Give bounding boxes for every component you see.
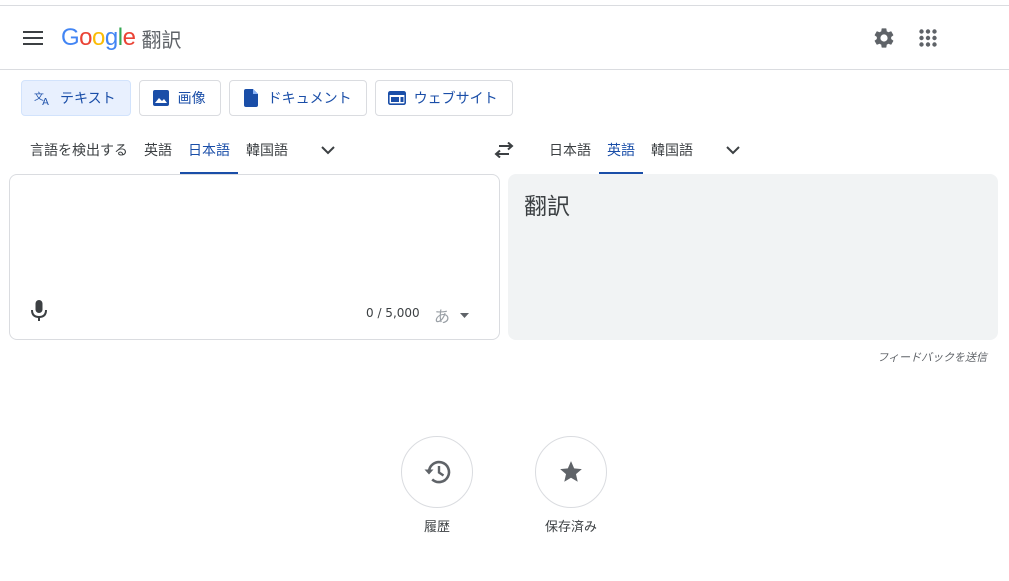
website-icon — [387, 89, 406, 107]
saved-button[interactable] — [535, 436, 607, 508]
source-text-input[interactable] — [24, 187, 484, 287]
star-icon — [560, 461, 582, 482]
input-tools-button[interactable]: あ — [434, 303, 486, 327]
logo-letter: o — [92, 24, 105, 51]
source-lang-detect[interactable]: 言語を検出する — [22, 126, 136, 174]
svg-text:A: A — [42, 97, 49, 107]
target-lang-english[interactable]: 英語 — [599, 126, 643, 174]
swap-languages-button[interactable] — [488, 134, 520, 166]
google-logo-text: Google — [61, 24, 136, 52]
target-lang-japanese[interactable]: 日本語 — [541, 126, 599, 174]
settings-button[interactable] — [868, 22, 900, 54]
tab-website-label: ウェブサイト — [413, 91, 498, 107]
history-icon — [424, 460, 451, 484]
target-language-more-button[interactable] — [713, 126, 753, 174]
swap-arrows-icon — [494, 142, 514, 158]
logo-letter: e — [122, 24, 136, 51]
microphone-icon — [31, 300, 47, 321]
hamburger-menu-icon — [23, 31, 43, 45]
chevron-down-icon — [321, 145, 335, 154]
voice-input-button[interactable] — [26, 297, 52, 325]
logo-letter: g — [104, 24, 118, 51]
translation-output-panel: 翻訳 — [508, 174, 998, 340]
app-header: Google 翻訳 — [0, 6, 1009, 70]
logo-letter: o — [79, 24, 93, 51]
source-language-bar: 言語を検出する 英語 日本語 韓国語 — [22, 126, 348, 174]
mode-tabs: 文 A テキスト 画像 ドキュメント ウェブサイト — [21, 80, 513, 116]
saved-label: 保存済み — [544, 520, 597, 535]
tab-document[interactable]: ドキュメント — [228, 80, 367, 116]
history-label: 履歴 — [423, 520, 450, 535]
translation-placeholder: 翻訳 — [524, 194, 570, 220]
google-translate-logo[interactable]: Google 翻訳 — [61, 23, 181, 53]
input-method-label: あ — [434, 307, 451, 326]
tab-text[interactable]: 文 A テキスト — [21, 80, 131, 116]
image-icon — [152, 89, 170, 107]
caret-down-icon — [460, 312, 470, 318]
tab-image-label: 画像 — [177, 91, 206, 107]
tab-image[interactable]: 画像 — [138, 80, 221, 116]
apps-grid-icon — [919, 29, 937, 47]
product-name: 翻訳 — [141, 27, 182, 52]
history-action: 履歴 — [382, 436, 492, 535]
source-text-panel: 0 / 5,000 あ — [9, 174, 500, 340]
source-lang-korean[interactable]: 韓国語 — [238, 126, 296, 174]
saved-action: 保存済み — [516, 436, 626, 535]
target-language-bar: 日本語 英語 韓国語 — [541, 126, 753, 174]
tab-website[interactable]: ウェブサイト — [374, 80, 513, 116]
document-icon — [242, 89, 260, 107]
logo-letter: G — [61, 24, 80, 51]
target-lang-korean[interactable]: 韓国語 — [643, 126, 701, 174]
source-language-more-button[interactable] — [308, 126, 348, 174]
source-lang-japanese[interactable]: 日本語 — [180, 126, 238, 174]
main-menu-button[interactable] — [16, 22, 50, 54]
tab-text-label: テキスト — [60, 91, 116, 107]
character-count: 0 / 5,000 — [366, 306, 420, 320]
translate-icon: 文 A — [34, 89, 52, 107]
tab-document-label: ドキュメント — [267, 91, 352, 107]
chevron-down-icon — [726, 145, 740, 154]
source-lang-english[interactable]: 英語 — [136, 126, 180, 174]
history-button[interactable] — [401, 436, 473, 508]
gear-icon — [874, 28, 894, 48]
google-apps-button[interactable] — [912, 22, 944, 54]
send-feedback-link[interactable]: フィードバックを送信 — [877, 349, 987, 365]
